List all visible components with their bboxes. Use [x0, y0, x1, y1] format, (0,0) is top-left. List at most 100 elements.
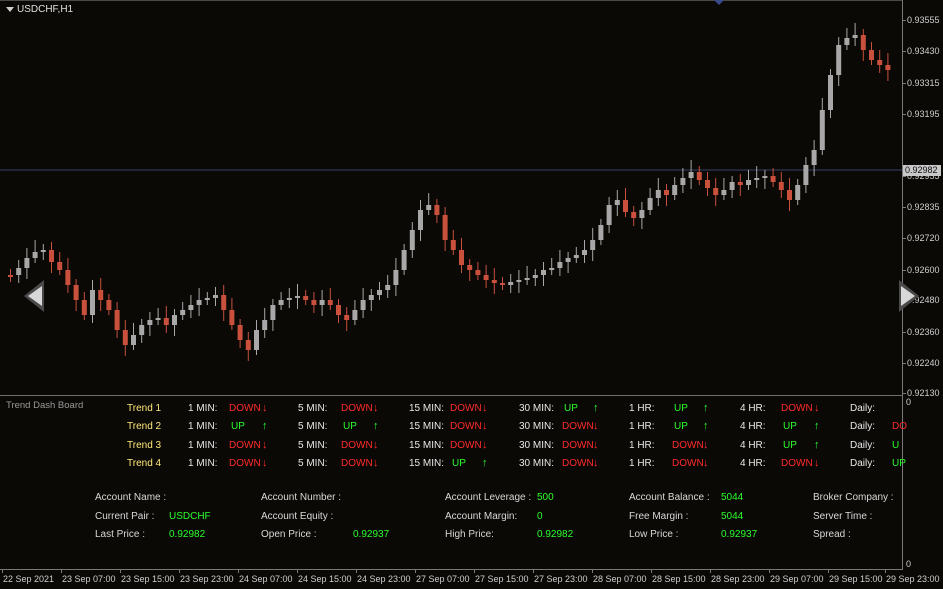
- trend-status: DOWN: [450, 440, 482, 451]
- timeframe-label: 4 HR:: [740, 403, 766, 414]
- account-value: 500: [537, 492, 554, 503]
- account-label: Account Equity :: [261, 511, 334, 522]
- candle-body: [237, 325, 243, 340]
- candle-body: [90, 290, 95, 315]
- arrow-up-icon: ↑: [703, 420, 709, 432]
- timeframe-label: 15 MIN:: [409, 440, 445, 451]
- price-tick-label: 0.93430: [907, 46, 940, 56]
- candle-body: [16, 268, 22, 275]
- candle-body: [541, 270, 546, 275]
- candle-body: [590, 240, 596, 250]
- candle-body: [426, 205, 432, 210]
- account-label: Account Number :: [261, 492, 342, 503]
- candle-body: [221, 295, 227, 310]
- candle-body: [311, 300, 317, 305]
- candle-body: [73, 285, 79, 300]
- arrow-down-icon: ↓: [593, 457, 599, 469]
- candle-body: [147, 320, 153, 325]
- trend-status: UP: [892, 458, 906, 469]
- candle-body: [811, 150, 817, 165]
- candle-body: [795, 185, 801, 200]
- candle-body: [262, 320, 268, 330]
- timeframe-label: 1 MIN:: [188, 458, 218, 469]
- account-label: Spread :: [813, 529, 851, 540]
- account-label: Current Pair :: [95, 511, 155, 522]
- price-tick: [902, 207, 906, 208]
- trend-status: DOWN: [672, 458, 704, 469]
- candle-body: [336, 305, 341, 315]
- scroll-left-button[interactable]: [22, 278, 46, 314]
- time-tick: [61, 569, 62, 573]
- timeframe-label: 30 MIN:: [519, 421, 555, 432]
- candle-body: [188, 305, 194, 310]
- candle-body: [270, 305, 276, 320]
- candle-body: [24, 258, 30, 268]
- time-tick: [356, 569, 357, 573]
- timeframe-label: Daily:: [850, 458, 876, 469]
- timeframe-label: 4 HR:: [740, 458, 766, 469]
- account-label: Open Price :: [261, 529, 317, 540]
- time-tick-label: 22 Sep 2021: [3, 574, 55, 584]
- arrow-down-icon: ↓: [593, 420, 599, 432]
- arrow-up-icon: ↑: [814, 439, 820, 451]
- trend-status: U: [892, 440, 900, 451]
- candle-body: [245, 340, 251, 350]
- trend-row: Trend 41 MIN: DOWN ↓ 5 MIN: DOWN ↓ 15 MIN: UP ↑ 3…: [0, 457, 906, 472]
- time-tick: [885, 569, 886, 573]
- account-label: Last Price :: [95, 529, 146, 540]
- price-tick: [902, 363, 906, 364]
- candle-body: [360, 300, 366, 310]
- candle-body: [688, 172, 694, 178]
- time-tick: [2, 569, 3, 573]
- timeframe-label: 1 HR:: [629, 458, 655, 469]
- scroll-right-button[interactable]: [897, 278, 921, 314]
- time-tick-label: 27 Sep 07:00: [416, 574, 470, 584]
- timeframe-label: 1 HR:: [629, 421, 655, 432]
- candlestick-chart[interactable]: [0, 0, 902, 395]
- candle-body: [828, 75, 833, 110]
- price-tick: [902, 332, 906, 333]
- time-tick: [474, 569, 475, 573]
- arrow-down-icon: ↓: [482, 439, 488, 451]
- arrow-down-icon: ↓: [482, 420, 488, 432]
- candle-body: [418, 210, 423, 230]
- time-tick-label: 27 Sep 23:00: [534, 574, 588, 584]
- candle-body: [229, 310, 235, 325]
- candle-body: [705, 180, 710, 188]
- time-tick: [828, 569, 829, 573]
- arrow-down-icon: ↓: [593, 439, 599, 451]
- candle-body: [483, 275, 489, 280]
- time-tick: [179, 569, 180, 573]
- timeframe-label: 15 MIN:: [409, 403, 445, 414]
- candle-body: [836, 45, 842, 75]
- candle-body: [721, 190, 727, 195]
- trend-status: UP: [783, 421, 797, 432]
- candle-body: [254, 330, 259, 350]
- candle-body: [737, 182, 743, 185]
- price-tick: [902, 270, 906, 271]
- candle-body: [475, 270, 481, 275]
- trend-status: DOWN: [562, 458, 594, 469]
- candle-body: [762, 176, 768, 178]
- candle-body: [98, 290, 104, 300]
- candle-body: [655, 190, 661, 198]
- pane-divider[interactable]: [0, 395, 903, 396]
- candle-body: [8, 275, 13, 277]
- time-tick-label: 23 Sep 07:00: [62, 574, 116, 584]
- candle-body: [131, 335, 136, 345]
- chart-window[interactable]: USDCHF,H1 0.93555 0.93430 0.93315 0.93195 0.…: [0, 0, 943, 589]
- time-tick-label: 24 Sep 23:00: [357, 574, 411, 584]
- price-tick: [902, 51, 906, 52]
- trend-status: DOWN: [562, 440, 594, 451]
- arrow-up-icon: ↑: [593, 402, 599, 414]
- account-label: Server Time :: [813, 511, 873, 522]
- candle-body: [49, 250, 54, 262]
- account-value: 0: [537, 511, 543, 522]
- candle-body: [623, 200, 628, 212]
- timeframe-label: 1 MIN:: [188, 403, 218, 414]
- candle-body: [139, 325, 145, 335]
- candle-body: [434, 205, 440, 215]
- candle-body: [106, 300, 112, 310]
- timeframe-label: 15 MIN:: [409, 458, 445, 469]
- account-value: 0.92982: [537, 529, 574, 540]
